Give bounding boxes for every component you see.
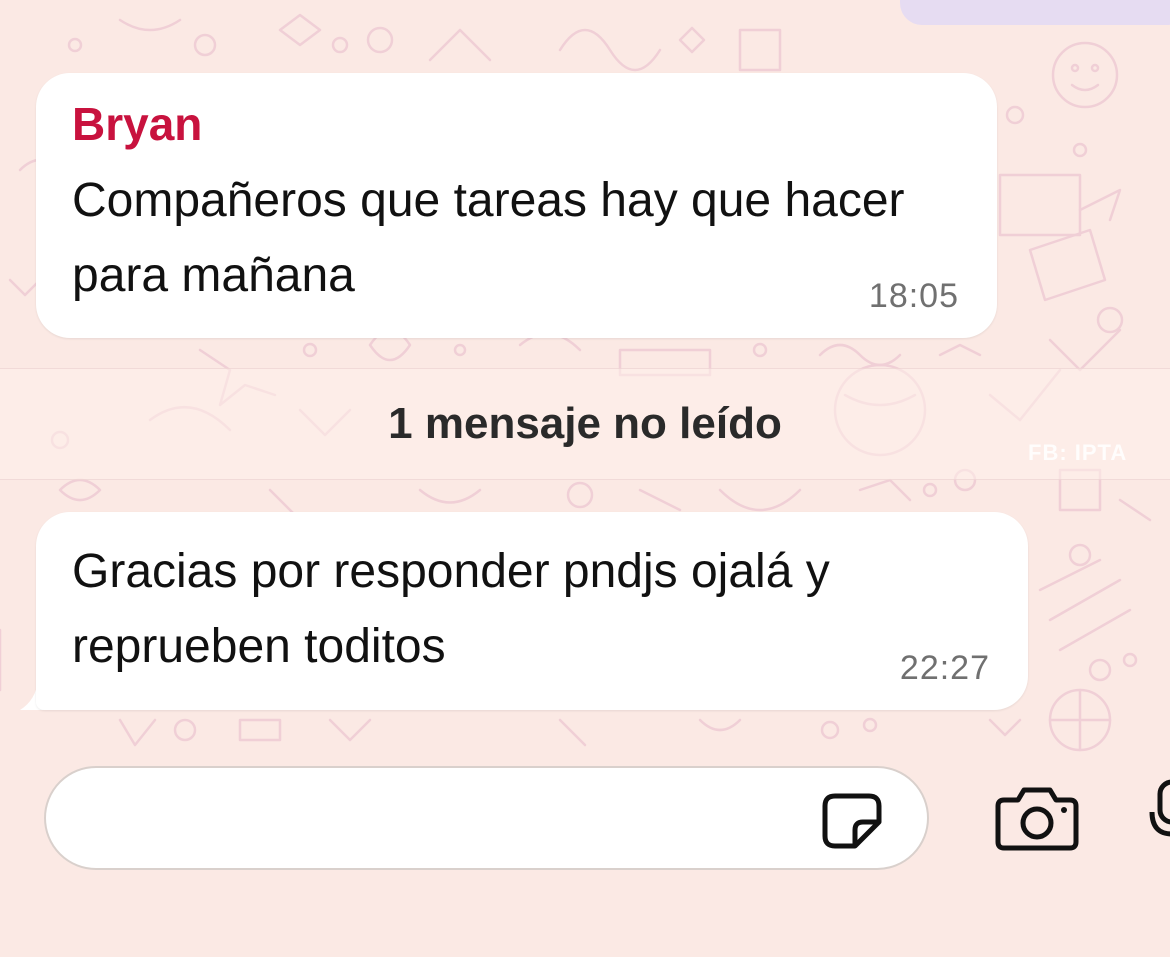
incoming-message-bubble[interactable]: Bryan Compañeros que tareas hay que hace… — [36, 73, 997, 338]
previous-message-bubble-fragment — [900, 0, 1170, 25]
incoming-message-bubble[interactable]: Gracias por responder pndjs ojalá y repr… — [36, 512, 1028, 710]
unread-count-label: 1 mensaje no leído — [388, 399, 782, 448]
unread-messages-divider: 1 mensaje no leído — [0, 368, 1170, 480]
message-timestamp: 22:27 — [899, 649, 990, 687]
camera-icon[interactable] — [994, 786, 1080, 852]
watermark-text: FB: IPTA — [1028, 440, 1128, 465]
message-text: Compañeros que tareas hay que hacer para… — [72, 174, 905, 302]
message-text: Gracias por responder pndjs ojalá y repr… — [72, 545, 830, 673]
microphone-icon[interactable] — [1140, 778, 1170, 848]
sender-name[interactable]: Bryan — [72, 97, 202, 151]
message-input[interactable] — [44, 766, 929, 870]
sticker-icon[interactable] — [821, 792, 883, 850]
message-timestamp: 18:05 — [868, 277, 959, 315]
